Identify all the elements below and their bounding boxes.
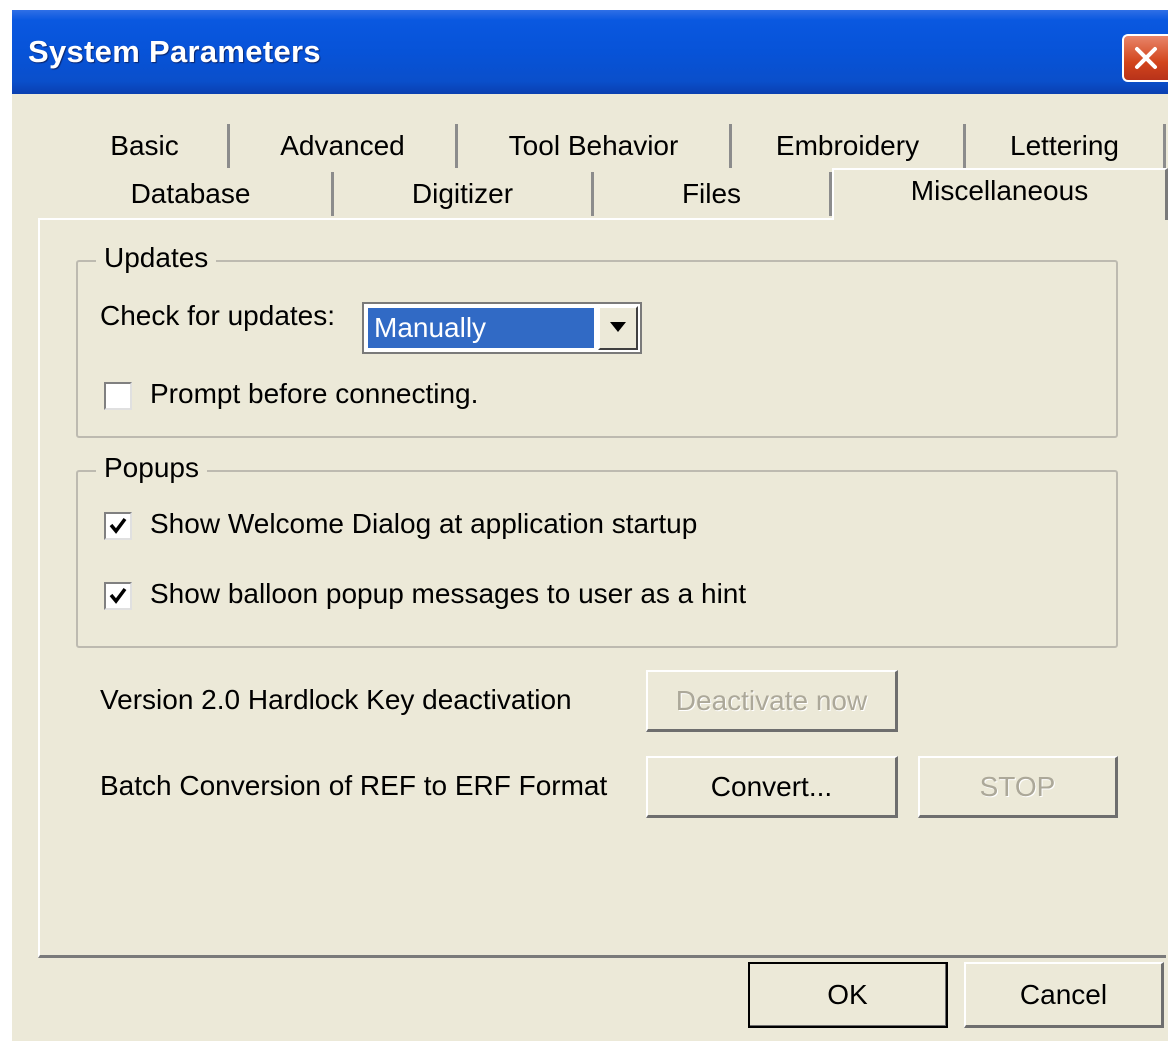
tab-files[interactable]: Files [594, 172, 832, 216]
window-title: System Parameters [28, 34, 321, 69]
updates-legend: Updates [96, 242, 217, 274]
checkmark-icon [109, 587, 127, 604]
convert-button[interactable]: Convert... [646, 756, 898, 818]
tab-lettering[interactable]: Lettering [966, 124, 1166, 168]
prompt-before-connecting-label[interactable]: Prompt before connecting. [150, 378, 478, 410]
dropdown-button[interactable] [598, 306, 638, 350]
close-button[interactable] [1122, 34, 1168, 82]
select-value: Manually [368, 308, 594, 348]
popups-group: Popups [76, 452, 1118, 648]
check-for-updates-select[interactable]: Manually [362, 302, 642, 354]
batch-conversion-label: Batch Conversion of REF to ERF Format [100, 770, 608, 801]
tab-embroidery[interactable]: Embroidery [732, 124, 966, 168]
close-icon [1135, 47, 1157, 69]
tab-database[interactable]: Database [50, 172, 334, 216]
show-welcome-dialog-checkbox[interactable] [104, 512, 132, 540]
hardlock-deactivation-label: Version 2.0 Hardlock Key deactivation [100, 684, 572, 715]
prompt-before-connecting-checkbox[interactable] [104, 382, 132, 410]
dialog-window: System Parameters Basic Advanced Tool Be… [12, 10, 1168, 1041]
cancel-button[interactable]: Cancel [964, 962, 1164, 1028]
title-bar[interactable]: System Parameters [12, 10, 1168, 94]
popups-legend: Popups [96, 452, 207, 484]
show-balloon-popups-label[interactable]: Show balloon popup messages to user as a… [150, 578, 746, 610]
show-welcome-dialog-label[interactable]: Show Welcome Dialog at application start… [150, 508, 697, 540]
show-balloon-popups-checkbox[interactable] [104, 582, 132, 610]
dropdown-arrow-icon [610, 322, 626, 332]
ok-button[interactable]: OK [748, 962, 948, 1028]
tab-digitizer[interactable]: Digitizer [334, 172, 594, 216]
tab-advanced[interactable]: Advanced [230, 124, 458, 168]
tab-basic[interactable]: Basic [62, 124, 230, 168]
tab-strip: Basic Advanced Tool Behavior Embroidery … [12, 94, 1168, 224]
tab-miscellaneous[interactable]: Miscellaneous [832, 168, 1168, 220]
checkmark-icon [109, 517, 127, 534]
stop-button[interactable]: STOP [918, 756, 1118, 818]
tab-tool-behavior[interactable]: Tool Behavior [458, 124, 732, 168]
check-for-updates-label: Check for updates: [100, 300, 336, 331]
deactivate-now-button[interactable]: Deactivate now [646, 670, 898, 732]
